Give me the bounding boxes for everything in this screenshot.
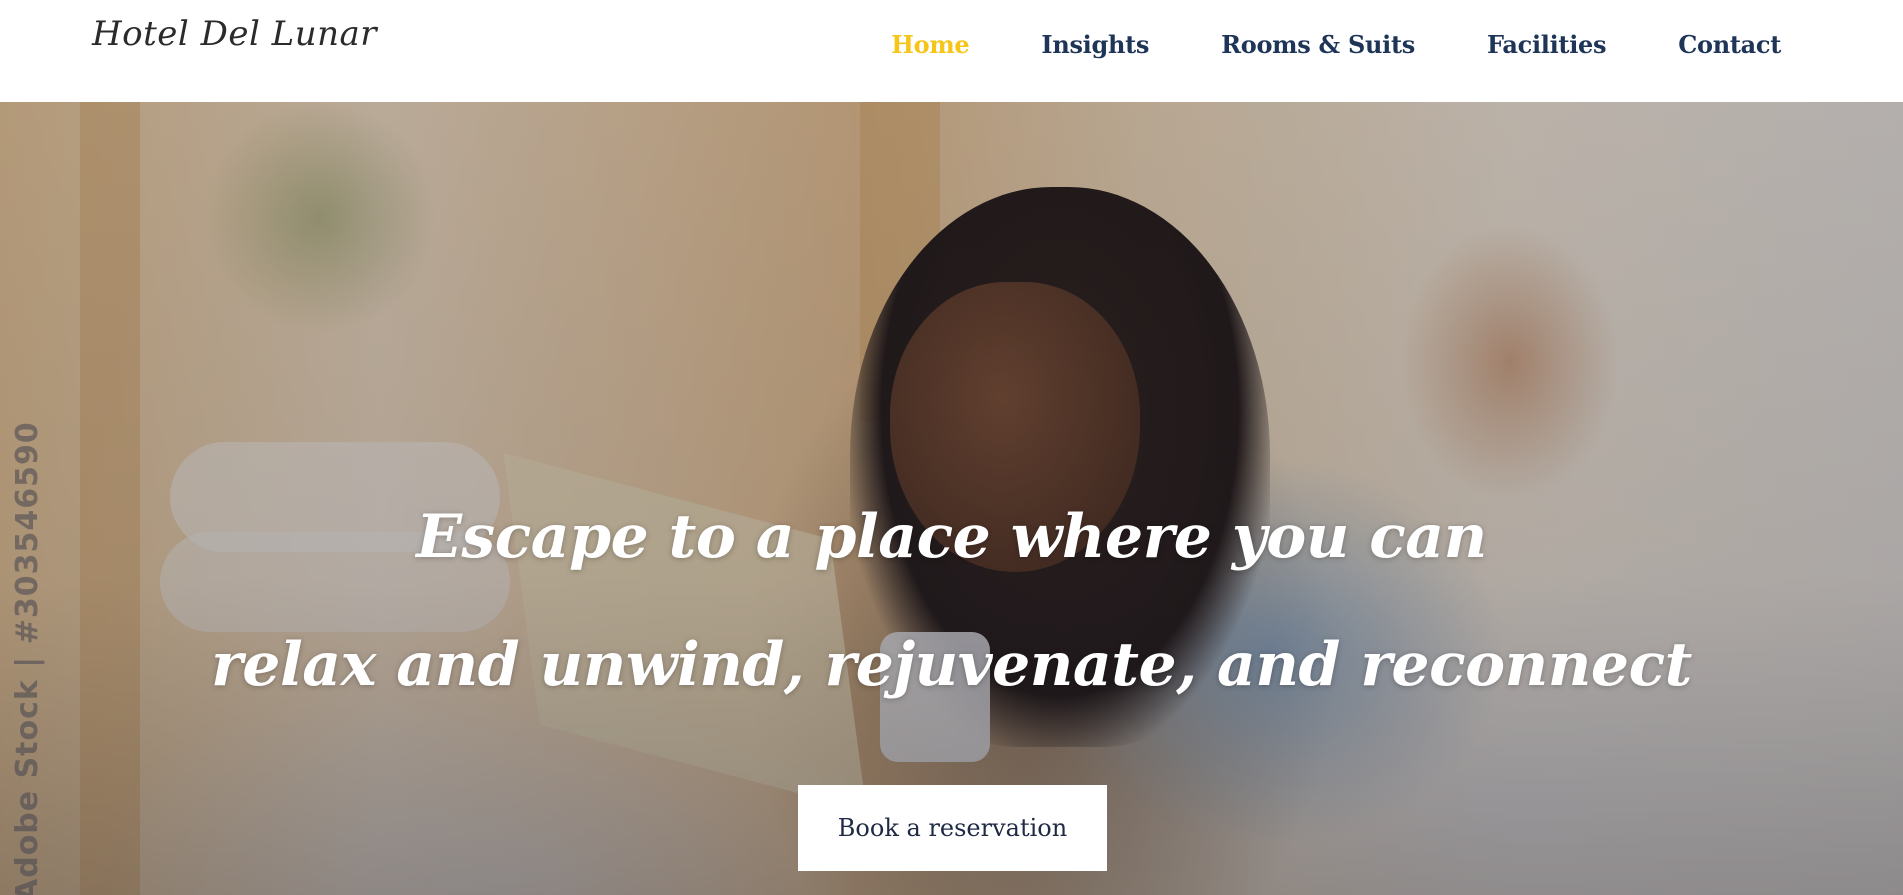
- nav-item-facilities[interactable]: Facilities: [1487, 30, 1607, 59]
- hero-overlay: [0, 102, 1903, 895]
- nav-item-contact[interactable]: Contact: [1678, 30, 1781, 59]
- main-nav: Home Insights Rooms & Suits Facilities C…: [819, 30, 1781, 59]
- hero-headline-line2: relax and unwind, rejuvenate, and reconn…: [211, 630, 1692, 700]
- nav-item-rooms-suits[interactable]: Rooms & Suits: [1221, 30, 1415, 59]
- site-header: Hotel Del Lunar Home Insights Rooms & Su…: [0, 0, 1903, 102]
- nav-item-insights[interactable]: Insights: [1041, 30, 1149, 59]
- hotel-logo[interactable]: Hotel Del Lunar: [92, 14, 377, 54]
- nav-item-home[interactable]: Home: [891, 30, 969, 59]
- book-reservation-button[interactable]: Book a reservation: [798, 785, 1107, 871]
- hero-section: Adobe Stock | #303546590 Escape to a pla…: [0, 102, 1903, 895]
- hero-headline-line1: Escape to a place where you can: [416, 502, 1487, 572]
